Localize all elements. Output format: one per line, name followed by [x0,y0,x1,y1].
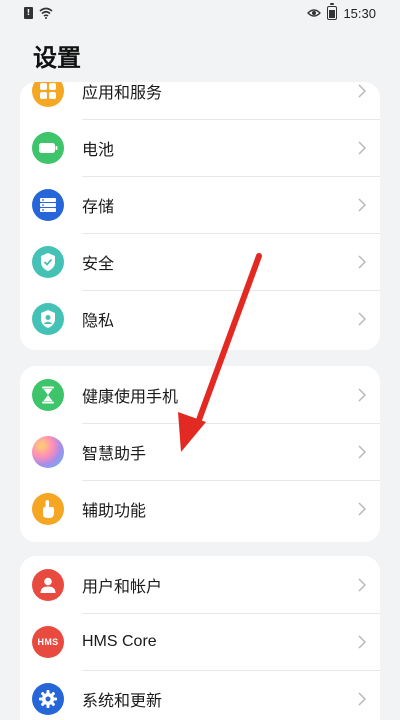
chevron-right-icon [358,83,366,98]
settings-item-row: 系统和更新 [82,670,380,720]
settings-group-3: 用户和帐户 HMS HMS Core 系统和更新 [20,556,380,720]
chevron-right-icon [358,692,366,706]
settings-group-2: 健康使用手机 智慧助手 辅助功能 [20,366,380,542]
chevron-right-icon [358,502,366,516]
hand-pointer-icon [32,492,64,525]
settings-group-1: 应用和服务 电池 存储 安全 隐私 [20,82,380,350]
settings-group-3-items: 用户和帐户 HMS HMS Core 系统和更新 [20,556,380,720]
settings-item-label: 应用和服务 [82,82,163,102]
sim-alert-icon: ! [24,7,33,19]
chevron-right-icon [358,445,366,459]
settings-item-label: 健康使用手机 [82,386,179,406]
gear-icon [32,682,64,715]
settings-item-label: 用户和帐户 [82,576,163,596]
settings-item-privacy[interactable]: 隐私 [20,290,380,347]
wifi-icon [39,7,53,19]
settings-item-row: 用户和帐户 [82,556,380,613]
status-time: 15:30 [343,5,376,21]
chevron-right-icon [358,577,366,592]
settings-item-label: 隐私 [82,311,115,330]
battery-icon [32,131,64,164]
settings-item-row: HMS Core [82,613,380,670]
settings-item-row: 安全 [82,233,380,290]
settings-item-row: 应用和服务 [82,82,380,119]
hms-icon: HMS [32,625,64,658]
settings-item-row: 智慧助手 [82,423,380,480]
settings-item-row: 隐私 [82,290,380,347]
settings-item-security[interactable]: 安全 [20,233,380,290]
chevron-right-icon [358,141,366,155]
hms-icon-text: HMS [37,636,59,647]
chevron-right-icon [358,312,366,326]
settings-item-accessibility[interactable]: 辅助功能 [20,480,380,537]
settings-item-battery[interactable]: 电池 [20,119,380,176]
settings-item-row: 健康使用手机 [82,366,380,423]
chevron-right-icon [358,255,366,269]
page-title: 设置 [33,44,81,72]
hourglass-icon [32,378,64,411]
chevron-right-icon [358,635,366,649]
chevron-right-icon [358,198,366,212]
settings-group-2-items: 健康使用手机 智慧助手 辅助功能 [20,366,380,537]
privacy-icon [32,302,64,335]
settings-item-label: 智慧助手 [82,444,147,463]
shield-icon [32,245,64,278]
apps-grid-icon [32,82,64,107]
settings-group-1-items: 应用和服务 电池 存储 安全 隐私 [20,82,380,347]
settings-item-label: 电池 [82,140,115,159]
settings-item-storage[interactable]: 存储 [20,176,380,233]
settings-item-label: HMS Core [82,633,157,650]
chevron-right-icon [358,387,366,402]
battery-status-icon [327,3,338,20]
settings-item-label: 存储 [82,197,115,216]
settings-item-label: 辅助功能 [82,501,147,520]
assistant-orb-icon [32,435,64,468]
status-left: ! [24,7,53,19]
settings-item-apps-services[interactable]: 应用和服务 [20,82,380,119]
settings-item-row: 辅助功能 [82,480,380,537]
user-icon [32,568,64,601]
settings-item-hms-core[interactable]: HMS HMS Core [20,613,380,670]
settings-item-digital-balance[interactable]: 健康使用手机 [20,366,380,423]
storage-icon [32,188,64,221]
settings-item-label: 系统和更新 [82,691,163,710]
settings-item-users-accounts[interactable]: 用户和帐户 [20,556,380,613]
status-bar: ! 15:30 [0,0,400,26]
eye-comfort-icon [307,9,322,17]
settings-item-smart-assistant[interactable]: 智慧助手 [20,423,380,480]
settings-item-row: 存储 [82,176,380,233]
settings-item-label: 安全 [82,254,115,273]
status-right: 15:30 [307,3,376,21]
settings-item-row: 电池 [82,119,380,176]
settings-item-system-updates[interactable]: 系统和更新 [20,670,380,720]
